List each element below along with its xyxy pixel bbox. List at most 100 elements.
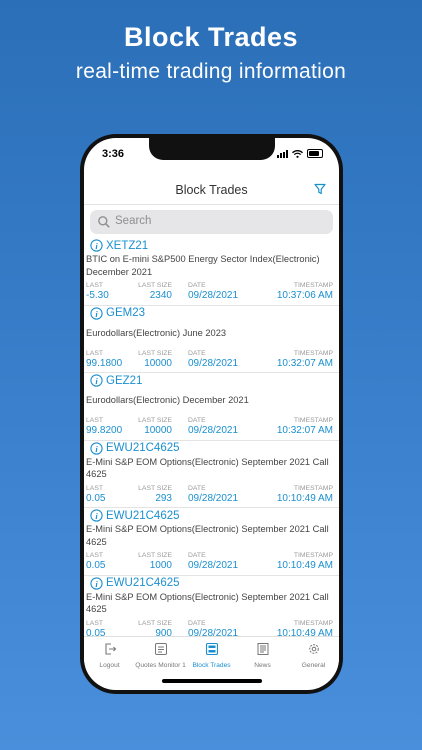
last-size-value: 1000 bbox=[149, 560, 172, 571]
date-value: 09/28/2021 bbox=[188, 492, 239, 504]
trade-symbol: GEM23 bbox=[106, 307, 145, 319]
timestamp-label: TIMESTAMP bbox=[293, 282, 333, 289]
trade-symbol: EWU21C4625 bbox=[106, 509, 180, 522]
date-label: DATE bbox=[188, 484, 206, 492]
trade-symbol: EWU21C4625 bbox=[106, 442, 180, 454]
timestamp-value: 10:10:49 AM bbox=[276, 627, 333, 637]
logout-icon bbox=[104, 643, 116, 655]
info-icon[interactable]: i bbox=[90, 576, 103, 590]
gear-icon bbox=[308, 644, 319, 654]
trade-description: E-Mini S&P EOM Options(Electronic) Septe… bbox=[86, 456, 329, 480]
filter-icon[interactable] bbox=[313, 182, 327, 196]
trade-row[interactable]: i XETZ21 BTIC on E-mini S&P500 Energy Se… bbox=[84, 238, 339, 306]
tab-label: Quotes Monitor 1 bbox=[135, 662, 186, 669]
svg-text:i: i bbox=[95, 309, 98, 319]
last-label: LAST bbox=[86, 349, 103, 357]
last-label: LAST bbox=[86, 417, 103, 424]
trade-row[interactable]: i GEZ21 Eurodollars(Electronic) December… bbox=[84, 373, 339, 441]
info-icon[interactable]: i bbox=[90, 441, 103, 455]
last-label: LAST bbox=[86, 552, 103, 559]
block-trades-icon bbox=[205, 642, 218, 656]
trade-list[interactable]: i XETZ21 BTIC on E-mini S&P500 Energy Se… bbox=[84, 238, 339, 636]
signal-icon bbox=[277, 149, 288, 158]
last-label: LAST bbox=[86, 619, 103, 627]
wifi-icon bbox=[292, 149, 303, 158]
tab-block-trades[interactable]: Block Trades bbox=[186, 637, 237, 675]
last-label: LAST bbox=[86, 484, 103, 492]
last-size-value: 900 bbox=[155, 627, 172, 637]
timestamp-value: 10:32:07 AM bbox=[276, 425, 333, 436]
search-icon bbox=[98, 216, 110, 228]
tab-label: Block Trades bbox=[192, 662, 231, 669]
trade-row[interactable]: i EWU21C4625 E-Mini S&P EOM Options(Elec… bbox=[84, 576, 339, 637]
timestamp-value: 10:37:06 AM bbox=[276, 290, 333, 301]
trade-row[interactable]: i EWU21C4625 E-Mini S&P EOM Options(Elec… bbox=[84, 441, 339, 508]
trade-description: E-Mini S&P EOM Options(Electronic) Septe… bbox=[86, 524, 329, 547]
app-screen: 3:36 Block Trades Search i XETZ21 BTIC o… bbox=[84, 138, 339, 690]
last-value: 0.05 bbox=[86, 492, 106, 504]
news-icon bbox=[257, 643, 268, 655]
timestamp-label: TIMESTAMP bbox=[293, 349, 333, 357]
last-size-label: LAST SIZE bbox=[138, 282, 172, 289]
quotes-monitor-icon bbox=[154, 643, 167, 655]
trade-description: BTIC on E-mini S&P500 Energy Sector Inde… bbox=[86, 254, 320, 277]
last-size-value: 293 bbox=[155, 492, 172, 504]
trade-symbol: XETZ21 bbox=[106, 239, 149, 252]
trade-description: Eurodollars(Electronic) December 2021 bbox=[86, 395, 249, 405]
tab-label: News bbox=[254, 662, 271, 669]
last-size-value: 2340 bbox=[149, 290, 172, 301]
svg-text:i: i bbox=[95, 241, 98, 251]
tab-quotes-monitor[interactable]: Quotes Monitor 1 bbox=[135, 637, 186, 675]
timestamp-value: 10:10:49 AM bbox=[276, 560, 333, 571]
trade-description: Eurodollars(Electronic) June 2023 bbox=[86, 327, 227, 338]
info-icon[interactable]: i bbox=[90, 306, 103, 320]
date-label: DATE bbox=[188, 552, 206, 559]
last-size-label: LAST SIZE bbox=[138, 484, 172, 492]
last-size-label: LAST SIZE bbox=[138, 552, 172, 559]
date-value: 09/28/2021 bbox=[188, 560, 239, 571]
trade-row[interactable]: i GEM23 Eurodollars(Electronic) June 202… bbox=[84, 306, 339, 373]
timestamp-label: TIMESTAMP bbox=[293, 417, 333, 424]
svg-text:i: i bbox=[95, 511, 98, 521]
status-time: 3:36 bbox=[102, 148, 125, 160]
tab-logout[interactable]: Logout bbox=[84, 637, 135, 675]
phone-notch bbox=[149, 138, 275, 160]
trade-row[interactable]: i EWU21C4625 E-Mini S&P EOM Options(Elec… bbox=[84, 508, 339, 576]
status-icons bbox=[277, 149, 323, 158]
date-value: 09/28/2021 bbox=[188, 627, 239, 637]
trade-description: E-Mini S&P EOM Options(Electronic) Septe… bbox=[86, 591, 329, 615]
page-title: Block Trades bbox=[175, 183, 248, 197]
timestamp-label: TIMESTAMP bbox=[293, 552, 333, 559]
date-value: 09/28/2021 bbox=[188, 290, 239, 301]
date-label: DATE bbox=[188, 417, 206, 424]
tab-label: Logout bbox=[99, 662, 120, 669]
date-label: DATE bbox=[188, 349, 206, 357]
search-placeholder: Search bbox=[115, 215, 152, 227]
date-value: 09/28/2021 bbox=[188, 357, 239, 369]
last-value: 0.05 bbox=[86, 560, 106, 571]
last-label: LAST bbox=[86, 282, 103, 289]
tab-news[interactable]: News bbox=[237, 637, 288, 675]
info-icon[interactable]: i bbox=[90, 509, 103, 522]
tab-general[interactable]: General bbox=[288, 637, 339, 675]
date-value: 09/28/2021 bbox=[188, 425, 239, 436]
promo-subtitle: real-time trading information bbox=[75, 60, 347, 83]
info-icon[interactable]: i bbox=[90, 374, 103, 387]
last-size-label: LAST SIZE bbox=[138, 619, 172, 627]
battery-icon bbox=[307, 149, 323, 158]
search-input[interactable]: Search bbox=[90, 210, 333, 234]
trade-symbol: GEZ21 bbox=[106, 374, 143, 387]
last-size-label: LAST SIZE bbox=[138, 349, 172, 357]
nav-bar: Block Trades bbox=[84, 178, 339, 205]
date-label: DATE bbox=[188, 619, 206, 627]
timestamp-label: TIMESTAMP bbox=[293, 619, 333, 627]
info-icon[interactable]: i bbox=[90, 239, 103, 252]
svg-text:i: i bbox=[95, 579, 98, 589]
promo-title: Block Trades bbox=[123, 22, 299, 52]
last-value: 0.05 bbox=[86, 627, 106, 637]
last-size-label: LAST SIZE bbox=[138, 417, 172, 424]
svg-text:i: i bbox=[95, 376, 98, 386]
last-value: 99.8200 bbox=[86, 425, 123, 436]
tab-bar: Logout Quotes Monitor 1 Block Trades New… bbox=[84, 636, 339, 675]
last-value: 99.1800 bbox=[86, 357, 123, 369]
